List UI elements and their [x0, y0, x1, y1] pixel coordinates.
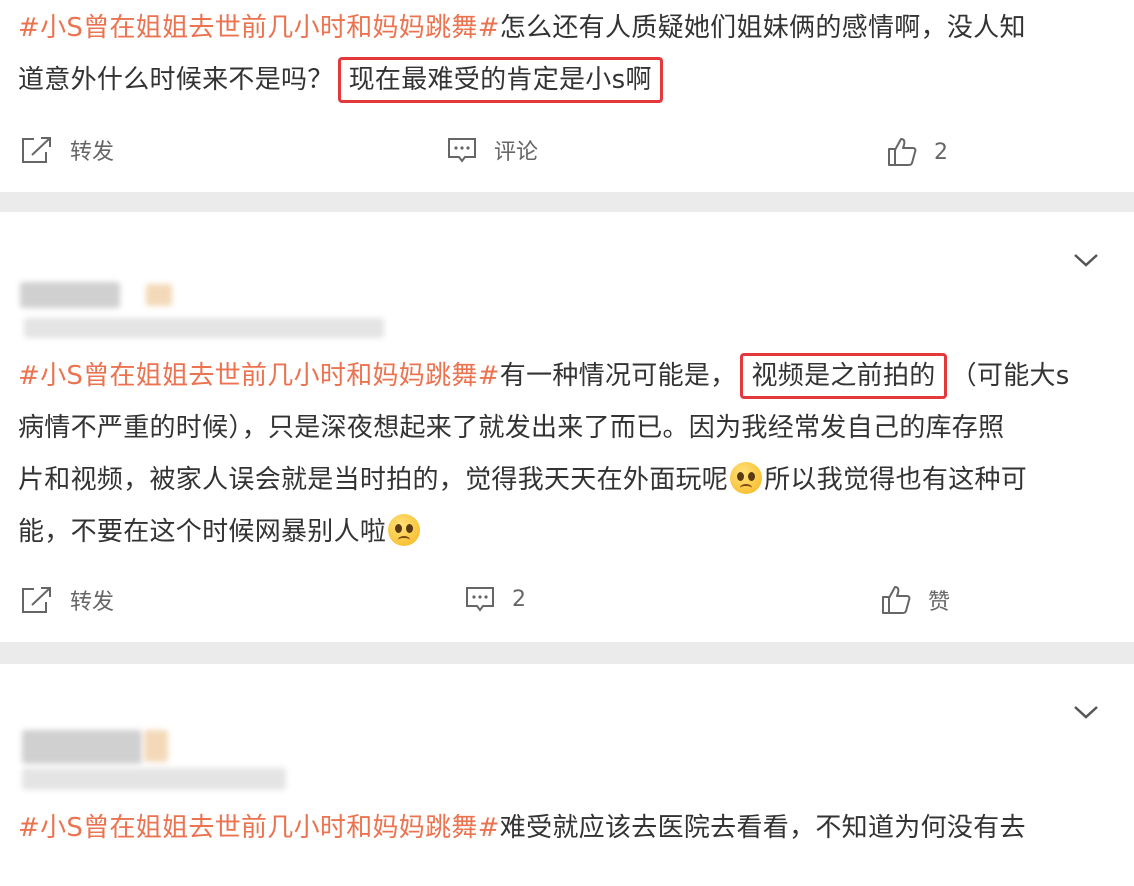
post-text-segment: 病情不严重的时候），只是深夜想起来了就发出来了而已。因为我经常发自己的库存照: [18, 413, 1005, 443]
comment-label: 评论: [494, 140, 539, 165]
highlight-box: 现在最难受的肯定是小s啊: [337, 57, 663, 103]
post-text: #小S曾在姐姐去世前几小时和妈妈跳舞#有一种情况可能是， 视频是之前拍的 （可能大s…: [18, 350, 1118, 558]
like-count: 2: [934, 139, 948, 165]
like-button[interactable]: 赞: [880, 584, 950, 616]
comment-icon: [448, 138, 476, 163]
post-text-segment: 道意外什么时候来不是吗？: [18, 65, 334, 95]
repost-button[interactable]: 转发: [20, 584, 114, 616]
sad-emoji-icon: [388, 514, 421, 546]
repost-icon: [22, 587, 51, 613]
topic-link[interactable]: #小S曾在姐姐去世前几小时和妈妈跳舞#: [18, 13, 500, 43]
blurred-username: [22, 730, 142, 764]
blurred-meta: [22, 768, 286, 790]
topic-link[interactable]: #小S曾在姐姐去世前几小时和妈妈跳舞#: [18, 813, 500, 843]
comment-button[interactable]: 评论: [446, 134, 538, 166]
like-button[interactable]: 2: [886, 136, 948, 168]
comment-button[interactable]: 2: [464, 584, 526, 614]
blurred-badge: [146, 284, 172, 306]
comment-icon: [466, 587, 494, 612]
like-icon: [882, 586, 911, 614]
blurred-meta: [24, 318, 384, 338]
post-card-3: #小S曾在姐姐去世前几小时和妈妈跳舞#难受就应该去医院去看看，不知道为何没有去: [0, 664, 1134, 886]
like-label: 赞: [928, 590, 951, 615]
topic-link[interactable]: #小S曾在姐姐去世前几小时和妈妈跳舞#: [18, 361, 500, 391]
post-text-segment: 能，不要在这个时候网暴别人啦: [18, 517, 387, 547]
chevron-down-icon[interactable]: [1072, 252, 1100, 268]
repost-icon: [22, 137, 51, 163]
post-card-1: #小S曾在姐姐去世前几小时和妈妈跳舞#怎么还有人质疑她们姐妹俩的感情啊，没人知 …: [0, 0, 1134, 192]
highlight-box: 视频是之前拍的: [740, 353, 947, 399]
blurred-username: [20, 282, 120, 308]
post-text-segment: 片和视频，被家人误会就是当时拍的，觉得我天天在外面玩呢: [18, 465, 729, 495]
post-text-segment: 怎么还有人质疑她们姐妹俩的感情啊，没人知: [499, 13, 1026, 43]
blurred-badge: [144, 730, 168, 762]
post-text: #小S曾在姐姐去世前几小时和妈妈跳舞#怎么还有人质疑她们姐妹俩的感情啊，没人知 …: [18, 2, 1118, 106]
post-text-segment: （可能大s: [950, 361, 1070, 391]
sad-emoji-icon: [730, 462, 763, 494]
post-text-segment: 所以我觉得也有这种可: [764, 465, 1028, 495]
post-text-segment: 有一种情况可能是，: [499, 361, 737, 391]
repost-label: 转发: [70, 140, 115, 165]
repost-button[interactable]: 转发: [20, 134, 114, 166]
post-text-segment: 难受就应该去医院去看看，不知道为何没有去: [499, 813, 1026, 843]
chevron-down-icon[interactable]: [1072, 704, 1100, 720]
like-icon: [888, 138, 917, 166]
post-text: #小S曾在姐姐去世前几小时和妈妈跳舞#难受就应该去医院去看看，不知道为何没有去: [18, 802, 1118, 854]
post-card-2: #小S曾在姐姐去世前几小时和妈妈跳舞#有一种情况可能是， 视频是之前拍的 （可能大s…: [0, 212, 1134, 642]
repost-label: 转发: [70, 590, 115, 615]
comment-count: 2: [512, 586, 526, 612]
